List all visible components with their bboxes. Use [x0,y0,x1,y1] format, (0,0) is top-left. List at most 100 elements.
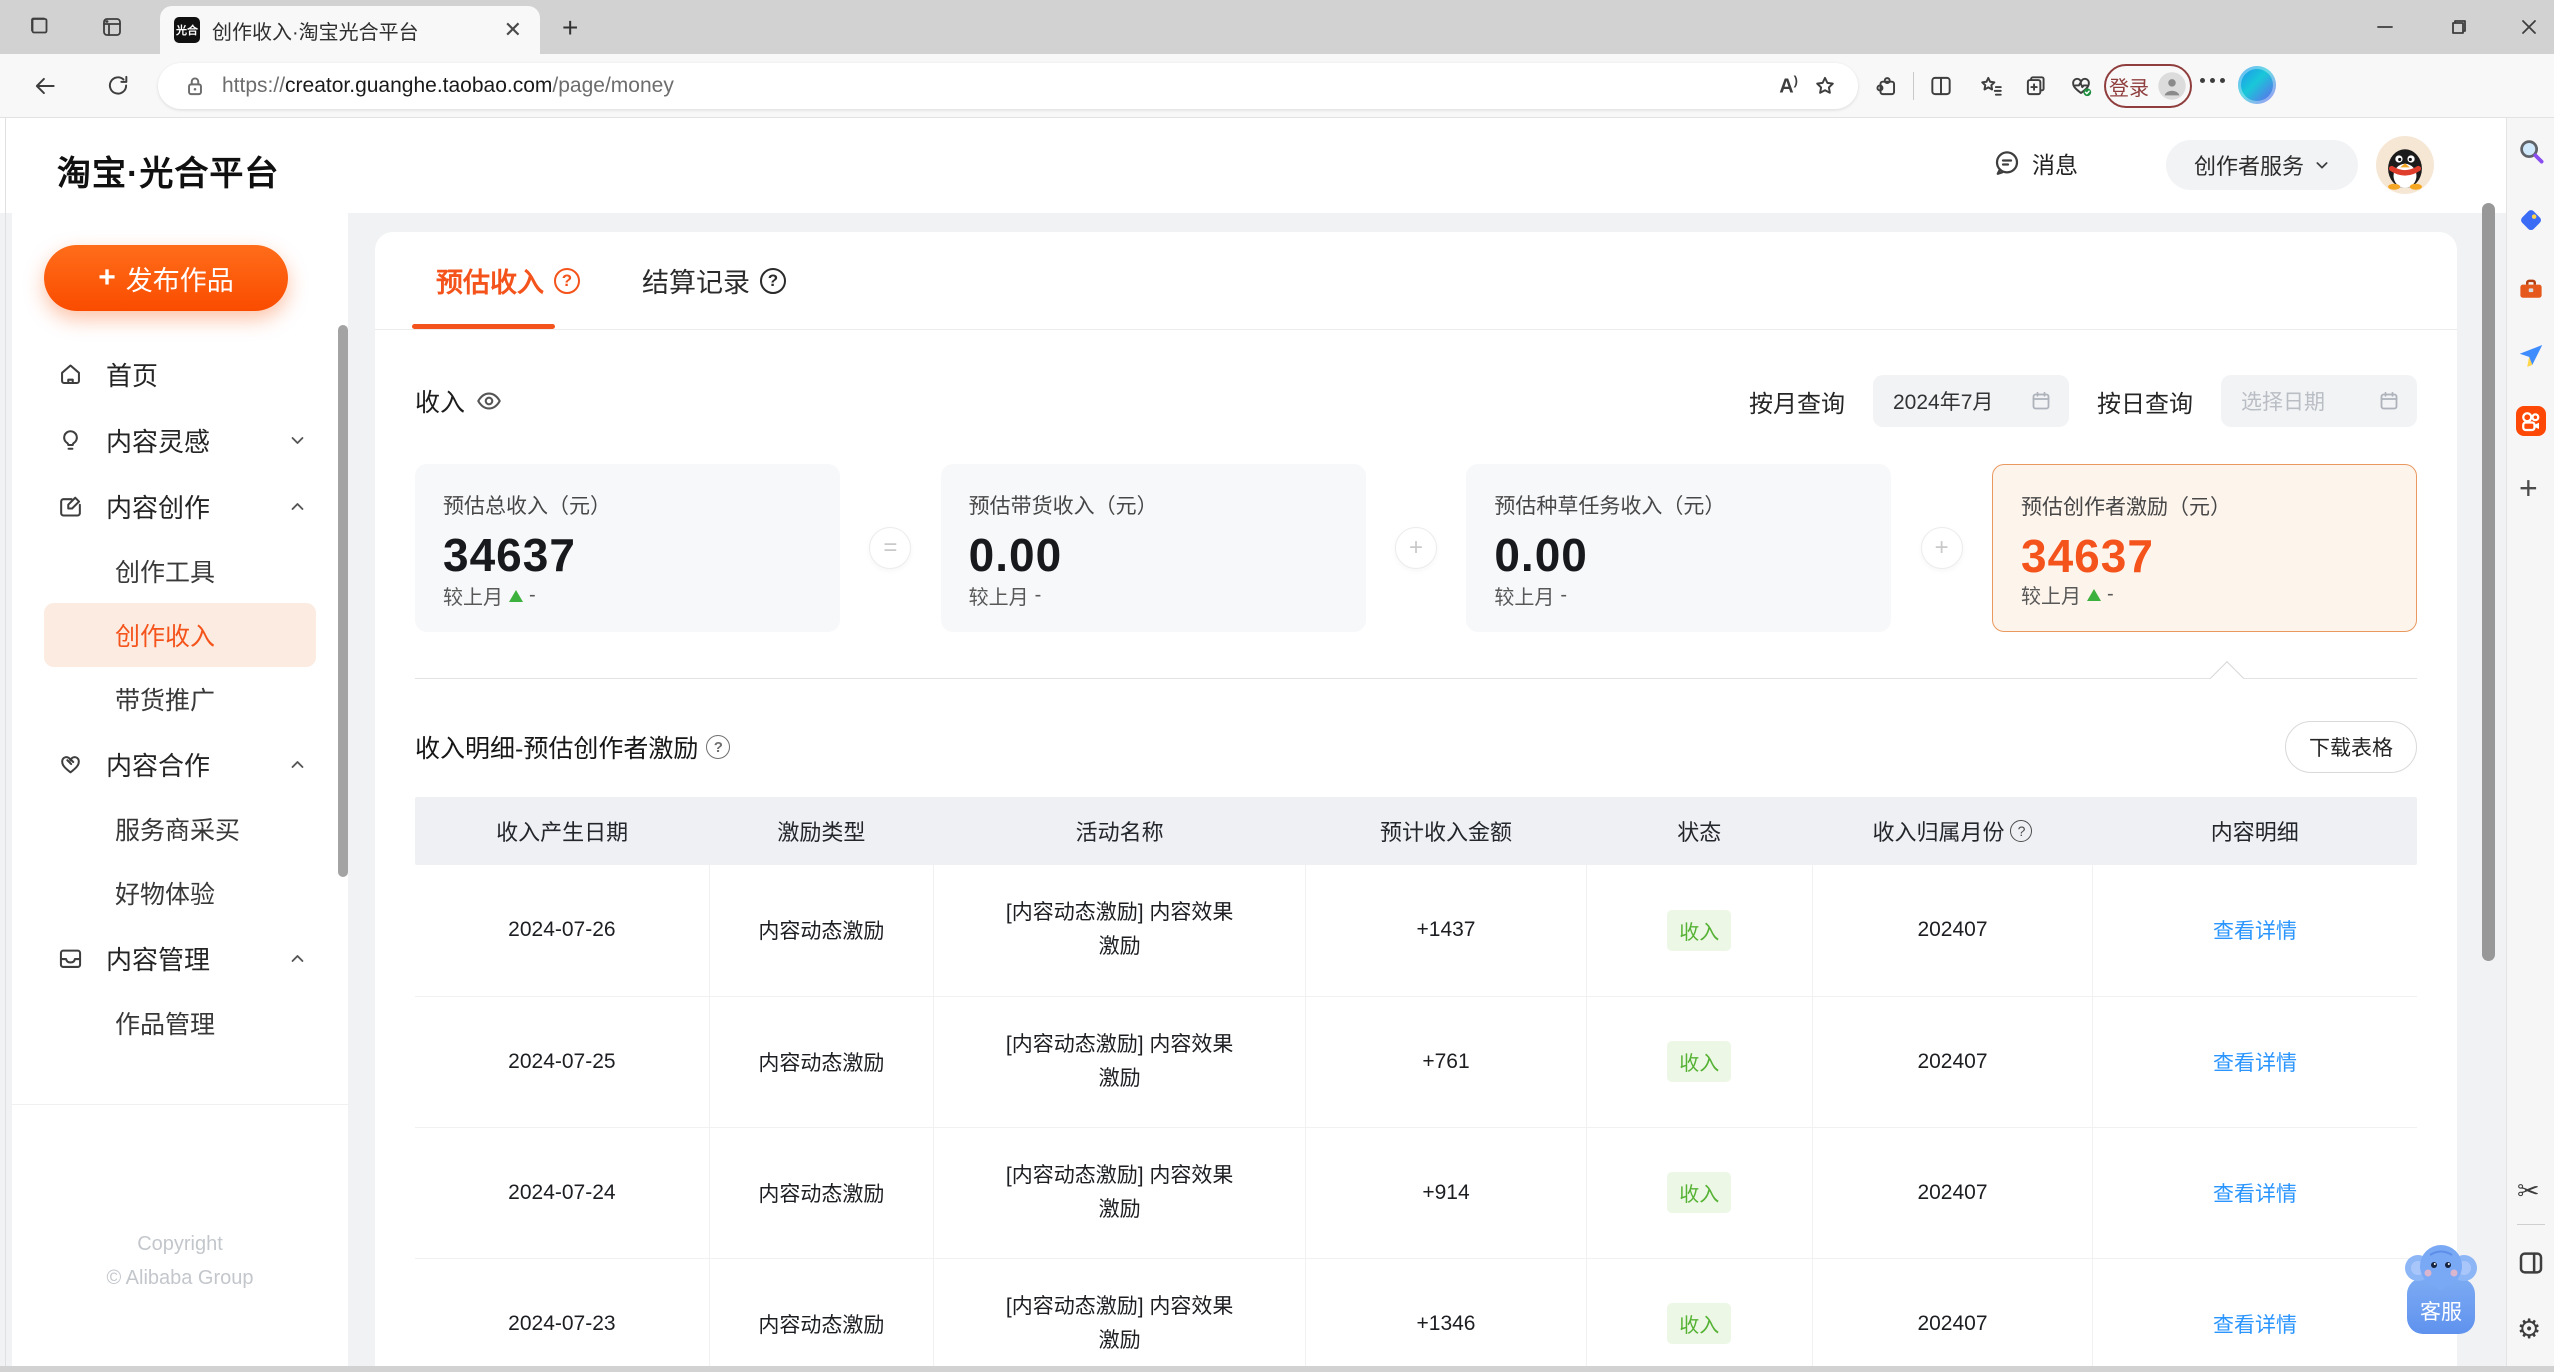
rail-shopping-icon[interactable] [2516,206,2546,236]
tab-actions-icon[interactable] [100,15,124,39]
sidebar-scrollbar[interactable] [338,325,348,877]
rail-settings-gear-icon[interactable]: ⚙ [2517,1314,2541,1345]
site-header: 淘宝·光合平台 消息 创作者服务 [0,118,2506,213]
cell-status: 收入 [1586,1127,1813,1259]
col-type: 激励类型 [709,797,934,865]
sidebar-item-goods-promotion[interactable]: 带货推广 [12,667,348,731]
extensions-icon[interactable] [1874,73,1900,99]
sidebar-item-management[interactable]: 内容管理 [12,925,348,991]
col-activity: 活动名称 [933,797,1306,865]
plus-operator: + [1920,527,1963,569]
creator-service-label: 创作者服务 [2193,154,2304,179]
rail-capture-icon[interactable]: ✂ [2517,1176,2540,1207]
split-screen-icon[interactable] [1928,73,1954,99]
status-badge: 收入 [1667,1303,1732,1344]
view-details-link[interactable]: 查看详情 [2213,920,2297,943]
card-title: 预估带货收入（元） [968,495,1158,518]
collections-icon[interactable] [2023,73,2049,99]
cell-type: 内容动态激励 [709,865,935,997]
chevron-down-icon [2316,162,2328,169]
card-value: 34637 [2021,530,2154,582]
login-button[interactable]: 登录 [2104,64,2192,108]
sidebar-item-creation-income[interactable]: 创作收入 [44,603,316,667]
card-goods-income[interactable]: 预估带货收入（元） 0.00 较上月 - [940,464,1366,632]
rail-toolbox-icon[interactable] [2516,274,2546,304]
rail-send-icon[interactable] [2516,340,2546,370]
col-amount: 预计收入金额 [1305,797,1587,865]
sidebar-item-inspiration[interactable]: 内容灵感 [12,407,348,473]
window-restore-button[interactable] [2440,10,2474,44]
help-icon[interactable]: ? [554,267,580,294]
customer-service-widget[interactable]: 客服 [2404,1238,2478,1334]
view-details-link[interactable]: 查看详情 [2213,1183,2297,1206]
window-minimize-button[interactable] [2368,10,2402,44]
favorite-star-icon[interactable] [1812,73,1838,99]
refresh-icon[interactable] [105,73,131,99]
cell-action: 查看详情 [2092,1258,2417,1372]
card-seeding-task-income[interactable]: 预估种草任务收入（元） 0.00 较上月 - [1466,464,1892,632]
url-bar[interactable]: https://creator.guanghe.taobao.com/page/… [158,63,1858,109]
elephant-icon [2405,1245,2477,1290]
browser-tab[interactable]: 光合 创作收入·淘宝光合平台 ✕ [160,6,540,54]
workspaces-icon[interactable] [28,15,52,39]
cell-month: 202407 [1812,865,2094,997]
rail-kuaishou-icon[interactable] [2516,406,2546,436]
sidebar-item-cooperation[interactable]: 内容合作 [12,731,348,797]
calendar-icon [2032,391,2050,410]
creator-service-menu[interactable]: 创作者服务 [2166,140,2358,190]
page-scrollbar[interactable] [2482,203,2495,961]
rail-add-icon[interactable]: + [2519,470,2538,507]
tab-estimated-income[interactable]: 预估收入 ? [436,261,580,300]
url-text[interactable]: https://creator.guanghe.taobao.com/page/… [222,74,1765,98]
card-creator-incentive[interactable]: 预估创作者激励（元） 34637 较上月 - [1992,464,2418,632]
plus-icon: + [98,261,116,294]
income-table: 收入产生日期 激励类型 活动名称 预计收入金额 状态 收入归属月份? 内容明细 … [415,797,2417,1372]
card-compare: 较上月 - [443,584,536,609]
view-details-link[interactable]: 查看详情 [2213,1314,2297,1337]
eye-icon[interactable] [475,387,503,415]
rail-panel-icon[interactable] [2516,1248,2546,1278]
copilot-icon[interactable] [2238,66,2276,104]
card-total-income[interactable]: 预估总收入（元） 34637 较上月 - [415,464,840,632]
cell-status: 收入 [1586,1258,1813,1372]
sidebar-item-creation[interactable]: 内容创作 [12,473,348,539]
tab-close-icon[interactable]: ✕ [500,17,526,43]
sidebar-item-works-management[interactable]: 作品管理 [12,991,348,1055]
sidebar-item-home[interactable]: 首页 [12,341,348,407]
day-query-input[interactable]: 选择日期 [2221,375,2417,427]
new-tab-button[interactable]: + [562,12,578,44]
help-icon[interactable]: ? [760,267,786,294]
messages-button[interactable]: 消息 [1992,146,2078,180]
chevron-up-icon [291,954,304,962]
user-avatar[interactable] [2376,136,2434,194]
main-panel: 预估收入 ? 结算记录 ? 收入 按月查询 2024年7月 按日查询 选择日期 … [375,232,2457,1372]
back-icon[interactable] [32,73,58,99]
cell-amount: +1346 [1305,1258,1587,1372]
favorites-bar-icon[interactable] [1978,73,2004,99]
tab-settlement-records[interactable]: 结算记录 ? [642,261,786,300]
window-bottom-edge [0,1366,2554,1372]
sidebar-item-service-purchase[interactable]: 服务商采买 [12,797,348,861]
window-close-button[interactable] [2512,10,2546,44]
browser-essentials-icon[interactable] [2068,73,2094,99]
month-query-input[interactable]: 2024年7月 [1873,375,2069,427]
copyright-line1: Copyright [137,1233,223,1255]
col-month: 收入归属月份? [1812,797,2093,865]
table-row: 2024-07-25 内容动态激励 [内容动态激励] 内容效果激励 +761 收… [415,996,2417,1128]
download-table-button[interactable]: 下载表格 [2285,721,2417,773]
help-icon[interactable]: ? [706,735,731,759]
day-query-label: 按日查询 [2097,390,2193,418]
sidebar-item-creation-tools[interactable]: 创作工具 [12,539,348,603]
stat-cards-row: 预估总收入（元） 34637 较上月 - = 预估带货收入（元） 0.00 较上月… [375,464,2457,632]
view-details-link[interactable]: 查看详情 [2213,1052,2297,1075]
lock-icon [188,77,202,96]
publish-work-button[interactable]: + 发布作品 [44,245,288,311]
cell-month: 202407 [1812,996,2094,1128]
sidebar-item-good-experience[interactable]: 好物体验 [12,861,348,925]
cell-month: 202407 [1812,1258,2094,1372]
help-icon[interactable]: ? [2010,820,2033,842]
read-aloud-icon[interactable]: A) [1779,73,1798,99]
browser-menu-icon[interactable] [2200,78,2225,83]
sidebar-item-label: 内容灵感 [106,426,211,457]
rail-search-icon[interactable] [2516,136,2546,166]
